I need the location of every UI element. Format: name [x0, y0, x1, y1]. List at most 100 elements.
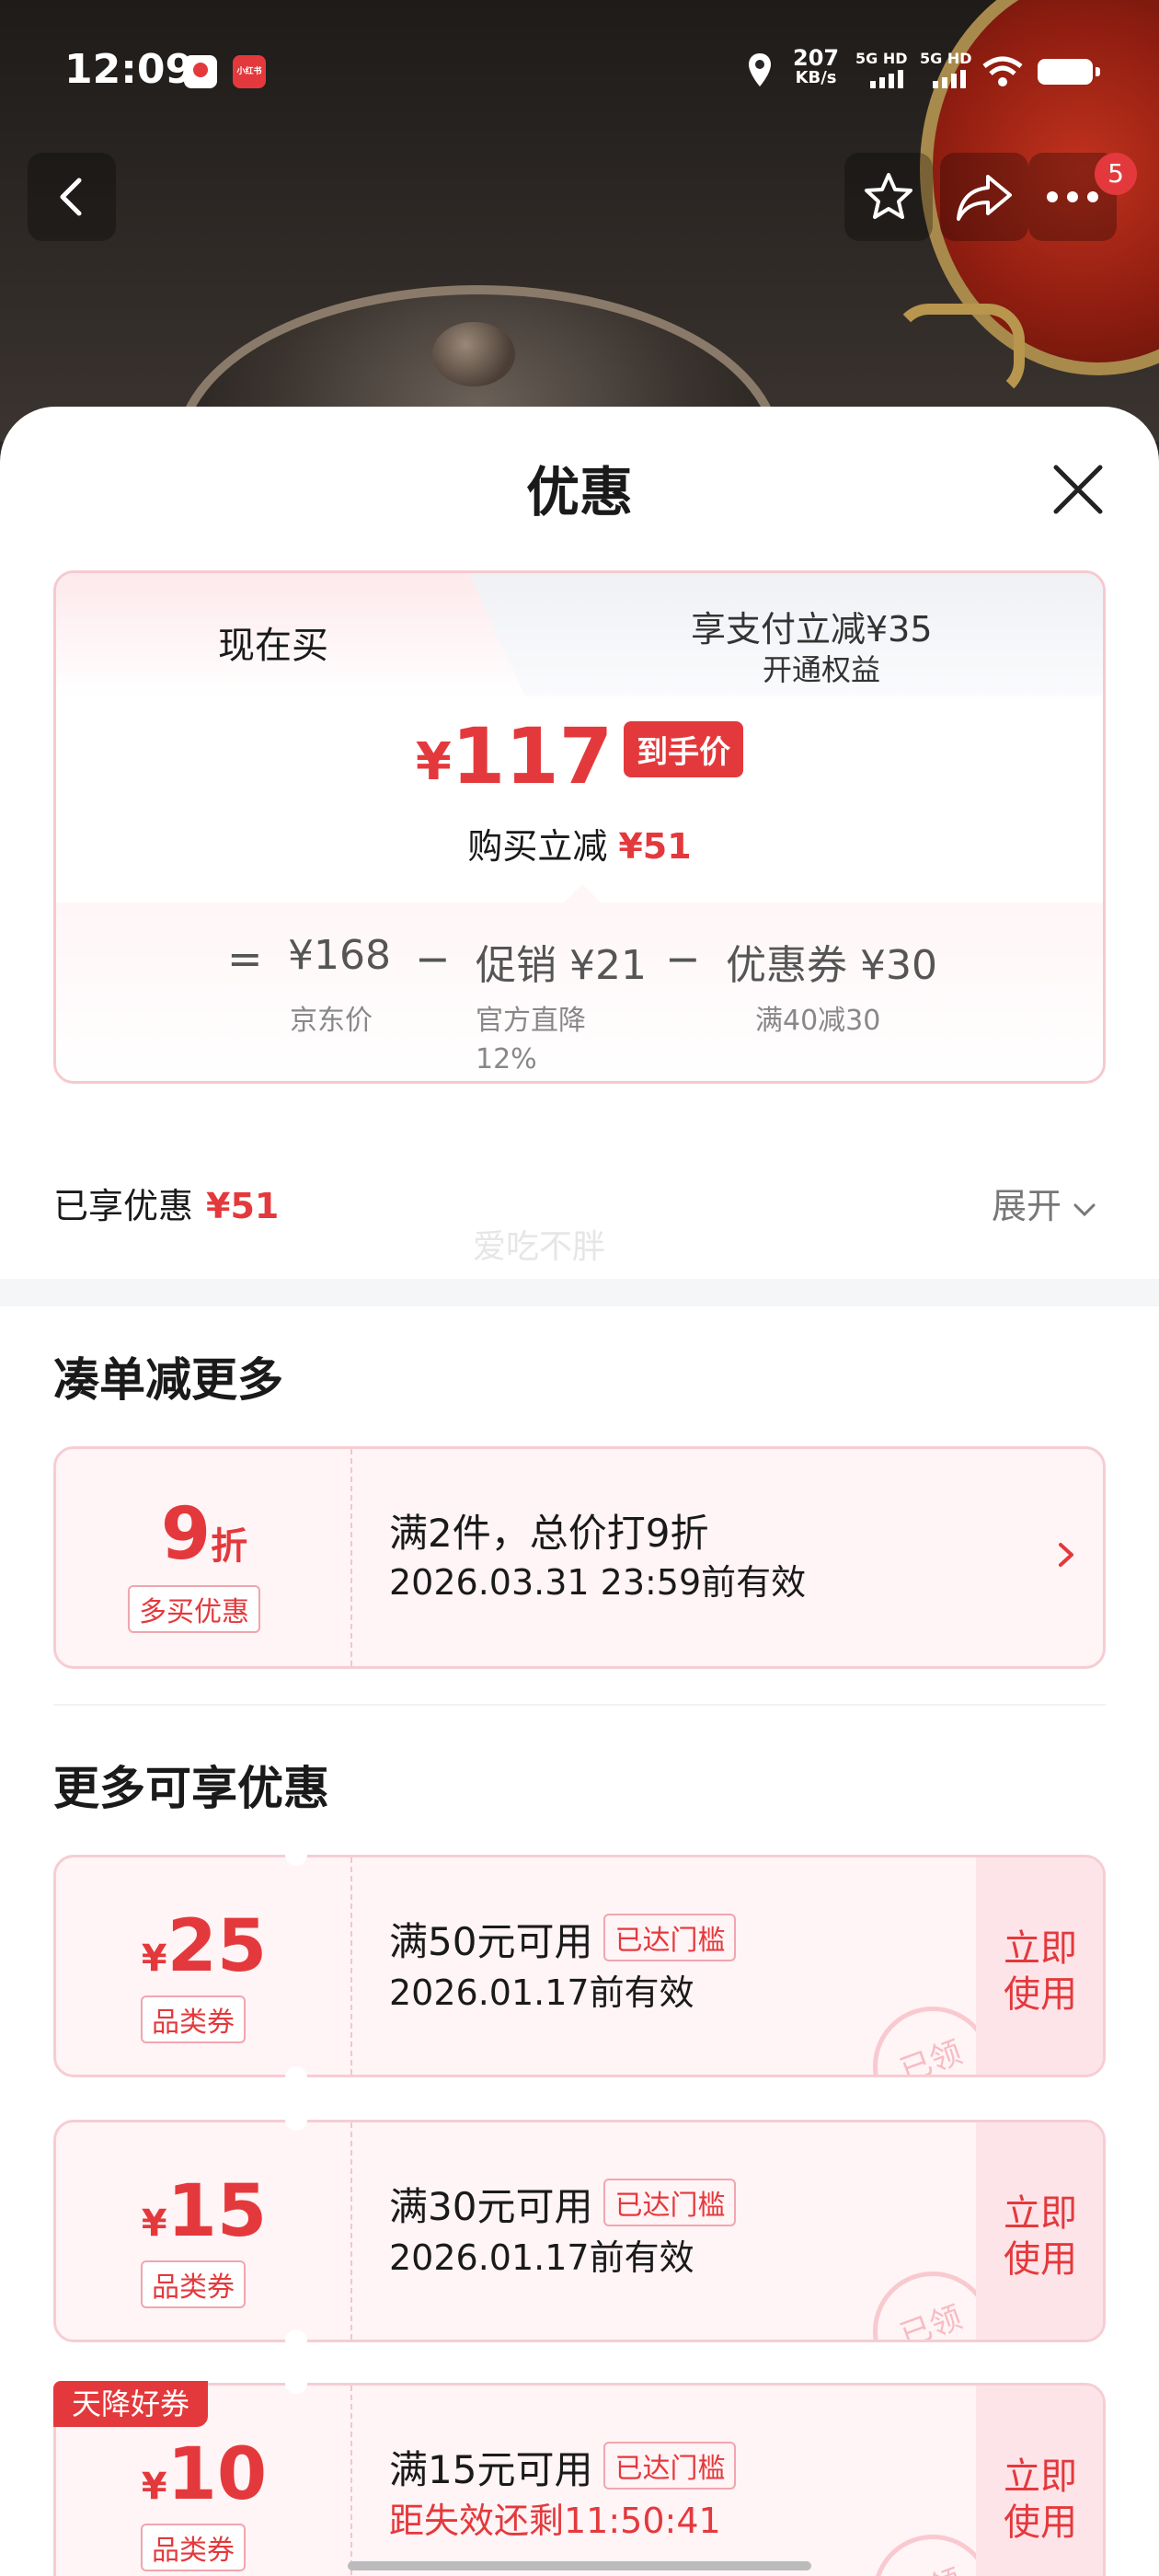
threshold-reached-badge: 已达门槛 — [603, 2442, 737, 2490]
coupon-condition-text: 满15元可用 — [389, 2447, 593, 2492]
use-now-button[interactable]: 立即使用 — [1004, 2191, 1077, 2283]
coupon-currency: ¥ — [141, 1938, 167, 1980]
coupon-notch — [285, 2066, 307, 2088]
use-now-button[interactable]: 立即使用 — [1004, 2454, 1077, 2546]
bundle-deal-unit: 折 — [211, 1525, 248, 1568]
coupon-notch — [285, 2372, 307, 2394]
chevron-left-icon — [60, 178, 82, 216]
signal-1-label: 5G HD — [855, 50, 908, 67]
status-bar: 12:09 小红书 207 KB/s 5G HD 5G HD — [0, 0, 1159, 138]
tab-buy-now-label: 现在买 — [218, 625, 328, 667]
final-price-amount: 117 — [451, 711, 614, 801]
purchase-saving: 购买立减 ¥51 — [56, 818, 1103, 868]
watermark-text: 爱吃不胖 — [473, 1228, 606, 1266]
xiaohongshu-notification-icon: 小红书 — [233, 55, 266, 88]
wifi-icon — [982, 56, 1023, 86]
coupon-card[interactable]: ¥25 品类券 满50元可用 已达门槛 2026.01.17前有效 已领 立即使用 — [53, 1855, 1106, 2077]
use-now-button[interactable]: 立即使用 — [1004, 1926, 1077, 2018]
coupon-notch — [285, 1844, 307, 1866]
coupon-type: 品类券 — [141, 2260, 246, 2308]
network-speed-value: 207 — [793, 45, 840, 71]
coupon-card[interactable]: ¥15 品类券 满30元可用 已达门槛 2026.01.17前有效 已领 立即使用 — [53, 2120, 1106, 2342]
enjoyed-discount-value: ¥51 — [206, 1186, 280, 1226]
coupon-condition-text: 满50元可用 — [389, 1919, 593, 1964]
app-notification-icon — [184, 55, 217, 88]
breakdown-notch — [564, 884, 601, 903]
currency-symbol: ¥ — [415, 732, 452, 792]
more-dots-icon — [1047, 191, 1098, 202]
coupon-type: 品类券 — [141, 2524, 246, 2571]
coupon-countdown: 距失效还剩11:50:41 — [389, 2501, 721, 2541]
threshold-reached-badge: 已达门槛 — [603, 2179, 737, 2226]
signal-bars-2-icon — [933, 70, 966, 88]
favorite-button[interactable] — [844, 153, 933, 241]
home-indicator[interactable] — [348, 2561, 811, 2570]
enjoyed-discount-label: 已享优惠 — [53, 1186, 194, 1226]
battery-icon — [1038, 59, 1100, 85]
coupon-condition-text: 满30元可用 — [389, 2184, 593, 2229]
coupon-currency: ¥ — [141, 2466, 167, 2508]
bundle-section-title: 凑单减更多 — [53, 1353, 283, 1407]
promo-label-block: 官方直降 12% — [476, 1002, 586, 1079]
coupon-value: ¥25 — [56, 1905, 352, 1988]
section-separator-line — [53, 1704, 1106, 1706]
purchase-saving-label: 购买立减 — [467, 826, 608, 867]
bowl-handle-image — [892, 304, 1025, 399]
coupon-condition: 满50元可用 已达门槛 — [389, 1911, 737, 1967]
coupon-validity: 2026.01.17前有效 — [389, 2237, 694, 2278]
coupon-amount: 15 — [166, 2170, 268, 2253]
final-price: ¥117 到手价 — [56, 711, 1103, 801]
chevron-right-icon — [1059, 1543, 1073, 1567]
tab-payment-discount-sub[interactable]: 开通权益 — [763, 647, 880, 689]
coupon-value: ¥15 — [56, 2170, 352, 2253]
promo-value: 促销 ¥21 — [476, 942, 647, 989]
chevron-down-icon — [1073, 1203, 1096, 1217]
promo-label: 官方直降 — [476, 1005, 586, 1037]
expand-button[interactable]: 展开 — [992, 1178, 1096, 1228]
location-icon — [749, 53, 771, 86]
sheet-title: 优惠 — [525, 461, 633, 523]
coupon-deduction-value: 优惠券 ¥30 — [726, 942, 937, 989]
coupon-type: 品类券 — [141, 1995, 246, 2043]
star-icon — [865, 173, 912, 219]
coupon-card[interactable]: ¥10 品类券 满15元可用已达门槛 距失效还剩11:50:41 已领 立即使用 — [53, 2383, 1106, 2576]
status-time: 12:09 — [64, 46, 194, 93]
coupon-currency: ¥ — [141, 2202, 167, 2245]
bundle-deal-number: 9 — [160, 1493, 212, 1576]
enjoyed-discount: 已享优惠 ¥51 — [53, 1178, 279, 1228]
coupon-condition: 满15元可用 已达门槛 — [389, 2439, 737, 2495]
close-icon[interactable] — [1049, 460, 1107, 519]
coupon-notch — [285, 2109, 307, 2131]
bundle-deal-value: 9折 — [56, 1493, 352, 1576]
jd-price-value: ¥168 — [288, 932, 391, 979]
network-speed: 207 KB/s — [793, 45, 840, 88]
section-divider — [0, 1279, 1159, 1306]
bundle-deal-line1: 满2件，总价打9折 — [389, 1511, 709, 1556]
bundle-deal-card[interactable]: 9折 多买优惠 满2件，总价打9折 2026.03.31 23:59前有效 — [53, 1446, 1106, 1669]
promo-percent: 12% — [476, 1043, 537, 1075]
minus-sign-2: − — [665, 934, 701, 983]
coupon-deduction-label: 满40减30 — [755, 1005, 881, 1037]
jd-price-label: 京东价 — [290, 1005, 373, 1037]
coupon-value: ¥10 — [56, 2433, 352, 2516]
discount-sheet: 优惠 现在买 享支付立减¥35 开通权益 ¥117 到手价 购买立减 ¥51 = ¥… — [0, 407, 1159, 2576]
expand-label: 展开 — [992, 1186, 1062, 1226]
network-speed-unit: KB/s — [795, 68, 837, 87]
final-price-tag: 到手价 — [624, 721, 744, 777]
purchase-saving-value: ¥51 — [618, 826, 692, 867]
back-button[interactable] — [28, 153, 116, 241]
tab-payment-discount-label[interactable]: 享支付立减¥35 — [691, 601, 933, 651]
bundle-deal-line2: 2026.03.31 23:59前有效 — [389, 1562, 807, 1603]
lucky-coupon-ribbon: 天降好券 — [53, 2381, 208, 2427]
coupon-notch — [285, 2329, 307, 2352]
signal-2-label: 5G HD — [920, 50, 972, 67]
pot-knob-image — [432, 322, 515, 386]
message-count-badge: 5 — [1095, 153, 1137, 195]
share-button[interactable] — [940, 153, 1028, 241]
threshold-reached-badge: 已达门槛 — [603, 1914, 737, 1961]
minus-sign-1: − — [415, 934, 451, 983]
coupon-validity: 2026.01.17前有效 — [389, 1972, 694, 2013]
share-icon — [957, 175, 1012, 221]
coupon-amount: 25 — [166, 1905, 268, 1988]
equals-sign: = — [227, 934, 263, 983]
